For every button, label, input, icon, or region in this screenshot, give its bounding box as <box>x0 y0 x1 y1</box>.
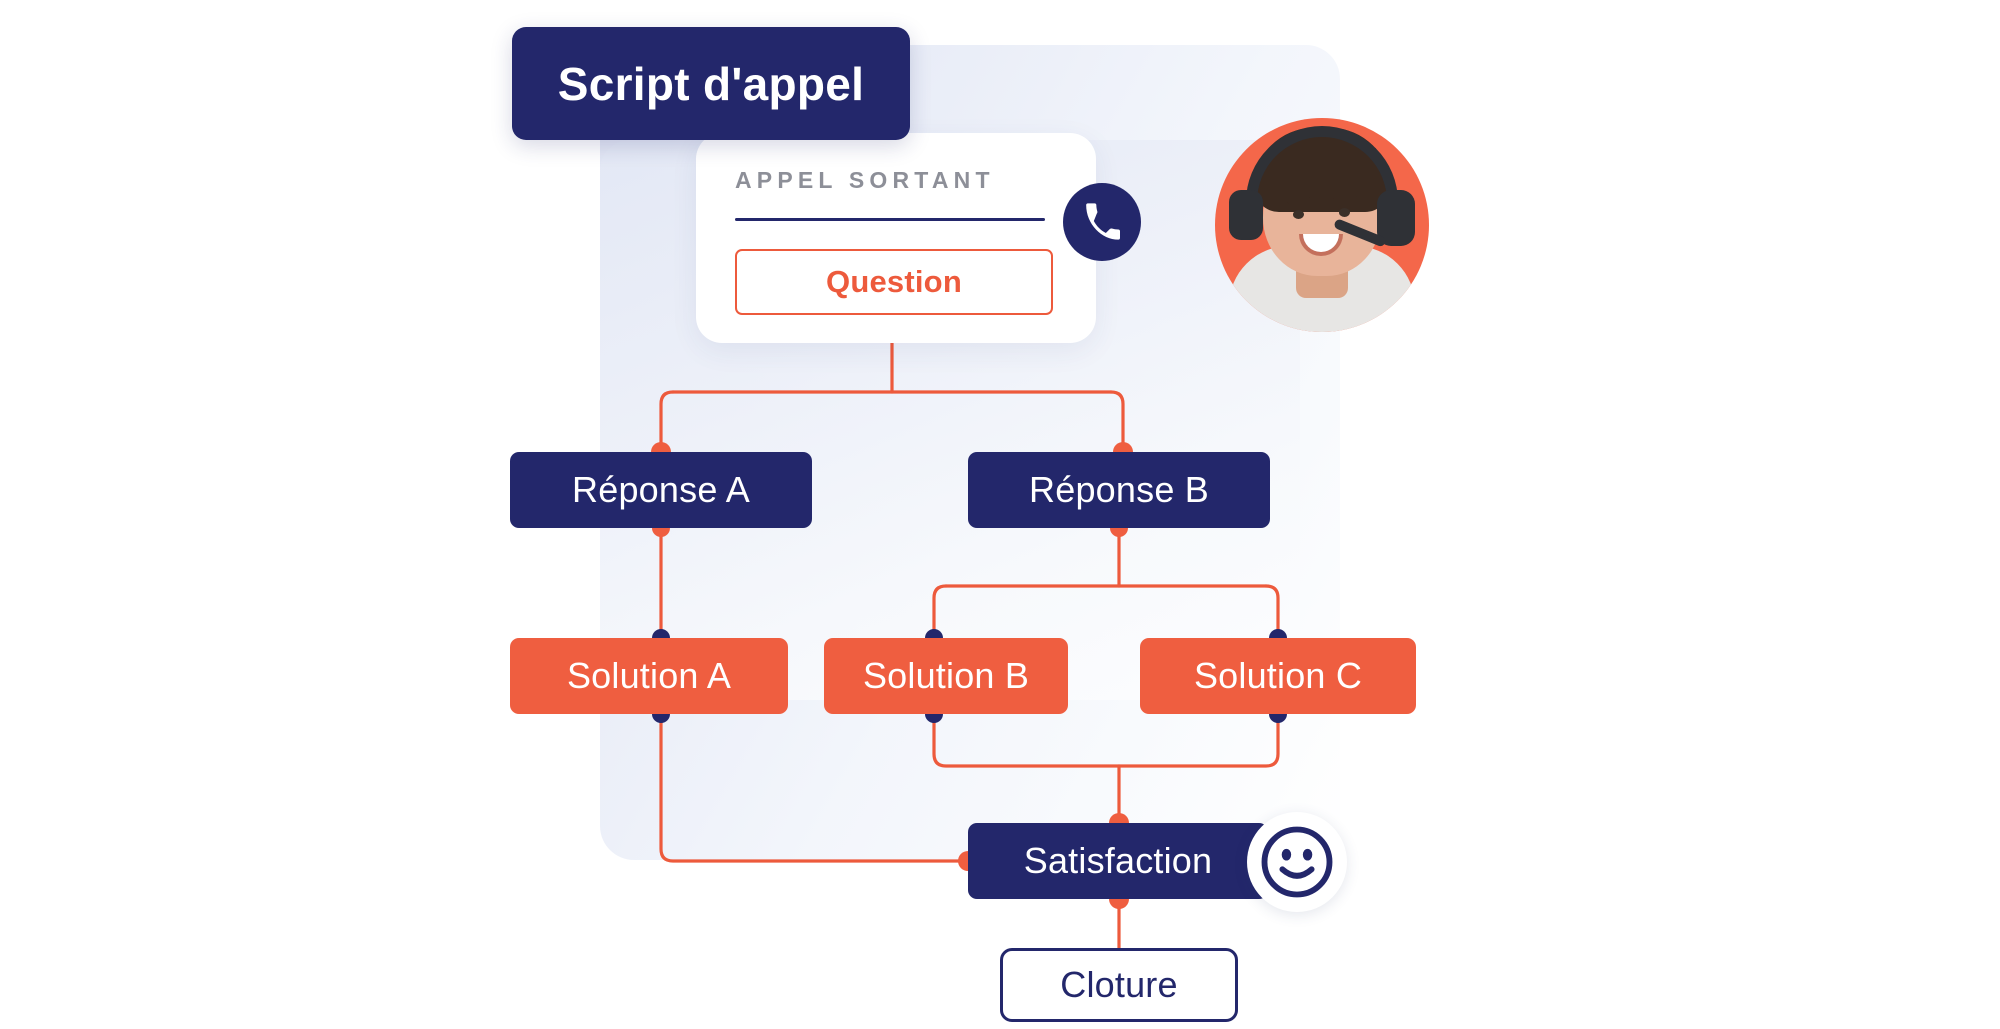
page-title: Script d'appel <box>512 27 910 140</box>
node-reponse-b[interactable]: Réponse B <box>968 452 1270 528</box>
card-divider <box>735 218 1045 221</box>
diagram-canvas: APPEL SORTANT Question Script d'appel Ré… <box>0 0 2000 1029</box>
node-satisfaction-label: Satisfaction <box>1023 840 1213 881</box>
phone-icon[interactable] <box>1063 183 1141 261</box>
smiley-face-icon <box>1247 812 1347 912</box>
node-solution-a-label: Solution A <box>566 655 732 696</box>
agent-avatar <box>1215 118 1429 332</box>
node-satisfaction[interactable]: Satisfaction <box>968 823 1268 899</box>
node-reponse-a[interactable]: Réponse A <box>510 452 812 528</box>
node-reponse-a-label: Réponse A <box>572 469 750 510</box>
headset-band-icon <box>1246 126 1398 226</box>
node-question[interactable]: Question <box>735 249 1053 315</box>
page-title-label: Script d'appel <box>557 57 865 110</box>
node-solution-c-label: Solution C <box>1193 655 1363 696</box>
node-solution-b[interactable]: Solution B <box>824 638 1068 714</box>
node-solution-a[interactable]: Solution A <box>510 638 788 714</box>
node-solution-c[interactable]: Solution C <box>1140 638 1416 714</box>
node-reponse-b-label: Réponse B <box>1029 469 1209 510</box>
node-solution-b-label: Solution B <box>862 655 1030 696</box>
node-question-label: Question <box>826 264 962 299</box>
node-cloture[interactable]: Cloture <box>1000 948 1238 1022</box>
node-cloture-label: Cloture <box>1060 964 1178 1005</box>
headset-earcup-left <box>1229 190 1263 240</box>
card-kicker-label: APPEL SORTANT <box>735 167 995 193</box>
